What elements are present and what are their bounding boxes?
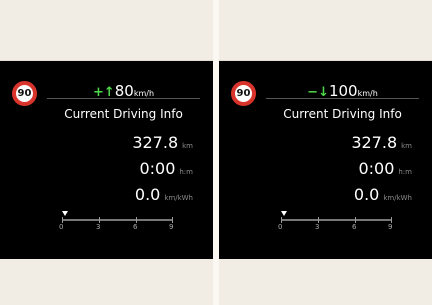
time-value: 0:00 xyxy=(358,159,395,178)
gauge-label: 6 xyxy=(133,223,138,231)
efficiency-unit: km/kWh xyxy=(383,194,412,202)
gauge-label: 3 xyxy=(96,223,101,231)
distance-unit: km xyxy=(401,142,412,150)
gauge-bar xyxy=(281,219,392,221)
time-unit: h:m xyxy=(398,168,412,176)
header-divider xyxy=(47,98,200,99)
speed-limit-sign: 90 xyxy=(12,81,37,106)
gauge-label: 0 xyxy=(278,223,283,231)
time-value: 0:00 xyxy=(139,159,176,178)
efficiency-unit: km/kWh xyxy=(164,194,193,202)
time-row: 0:00 h:m xyxy=(139,159,193,178)
distance-unit: km xyxy=(182,142,193,150)
gauge-bar xyxy=(62,219,173,221)
screenshot-stage: 90 +↑80km/h Current Driving Info 327.8 km… xyxy=(0,0,432,305)
time-unit: h:m xyxy=(179,168,193,176)
gauge-label: 6 xyxy=(352,223,357,231)
distance-value: 327.8 xyxy=(132,133,179,152)
gauge-label: 9 xyxy=(169,223,174,231)
gauge-pointer-icon xyxy=(281,211,287,216)
set-speed-unit: km/h xyxy=(133,89,155,98)
efficiency-row: 0.0 km/kWh xyxy=(354,185,412,204)
efficiency-value: 0.0 xyxy=(134,185,161,204)
distance-row: 327.8 km xyxy=(351,133,412,152)
cluster-display-left: 90 +↑80km/h Current Driving Info 327.8 km… xyxy=(0,60,213,259)
gauge-label: 3 xyxy=(315,223,320,231)
distance-row: 327.8 km xyxy=(132,133,193,152)
speed-limit-sign: 90 xyxy=(231,81,256,106)
efficiency-row: 0.0 km/kWh xyxy=(135,185,193,204)
time-row: 0:00 h:m xyxy=(358,159,412,178)
set-speed-unit: km/h xyxy=(357,89,378,98)
efficiency-gauge: 0 3 6 9 xyxy=(278,211,398,235)
cluster-display-right: 90 −↓100km/h Current Driving Info 327.8 k… xyxy=(219,60,432,259)
gauge-label: 0 xyxy=(59,223,64,231)
panel-title: Current Driving Info xyxy=(283,107,402,121)
efficiency-gauge: 0 3 6 9 xyxy=(59,211,179,235)
gauge-pointer-icon xyxy=(62,211,68,216)
header-divider xyxy=(266,98,419,99)
panel-title: Current Driving Info xyxy=(64,107,183,121)
efficiency-value: 0.0 xyxy=(353,185,380,204)
gauge-label: 9 xyxy=(388,223,393,231)
distance-value: 327.8 xyxy=(351,133,398,152)
